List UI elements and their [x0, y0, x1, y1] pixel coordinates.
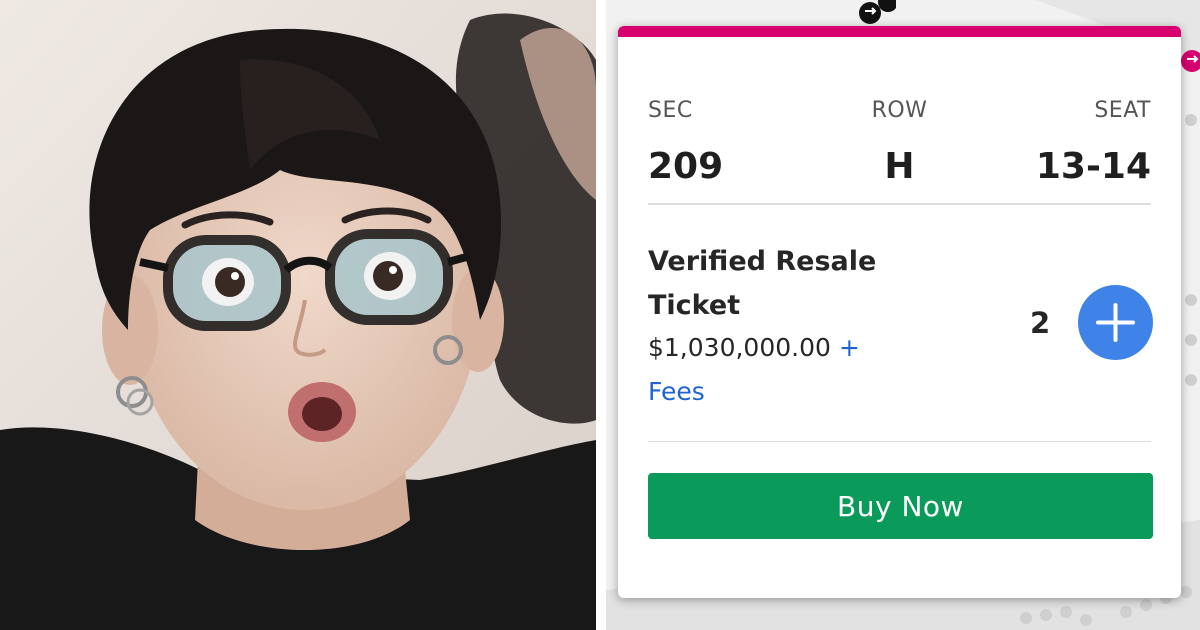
plus-icon: [1096, 303, 1135, 342]
swap-icon[interactable]: [856, 0, 898, 29]
reaction-photo: [0, 0, 596, 630]
swap-icon-glyph: [1181, 50, 1200, 72]
seat-header: SEAT: [1094, 98, 1151, 123]
divider-line: [648, 203, 1151, 205]
add-ticket-button[interactable]: [1078, 285, 1153, 360]
image-divider: [596, 0, 606, 630]
swap-icon-glyph: [859, 0, 898, 24]
buy-now-button[interactable]: Buy Now: [648, 473, 1153, 539]
quantity-value: 2: [1030, 306, 1051, 340]
ticket-type-label: Verified Resale Ticket: [648, 246, 877, 321]
seat-value: 13-14: [1035, 146, 1151, 187]
reaction-photo-illustration: [0, 0, 596, 630]
ticket-screenshot: SEC ROW SEAT 209 H 13-14 Verified Resale…: [606, 0, 1200, 630]
price-line: $1,030,000.00 + Fees: [648, 326, 918, 414]
card-accent-bar: [618, 26, 1181, 37]
ticket-card: SEC ROW SEAT 209 H 13-14 Verified Resale…: [618, 26, 1181, 598]
divider-line: [648, 441, 1151, 442]
swap-icon[interactable]: [1180, 48, 1200, 79]
ticket-price: $1,030,000.00: [648, 333, 831, 362]
